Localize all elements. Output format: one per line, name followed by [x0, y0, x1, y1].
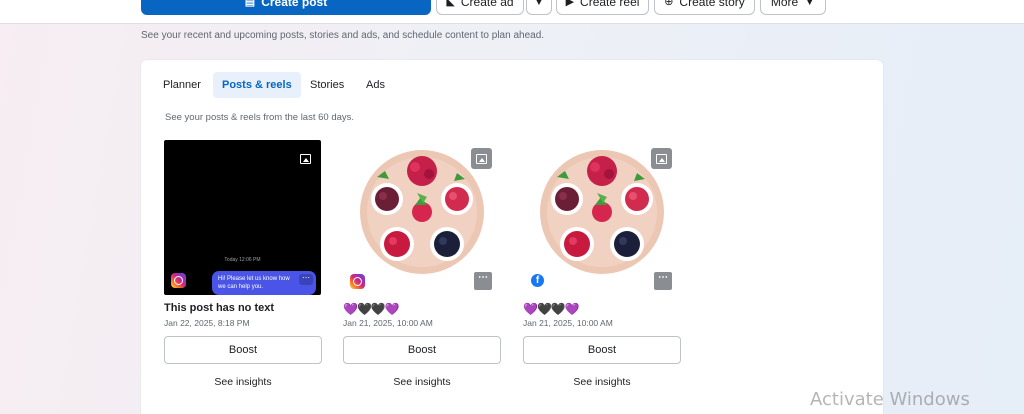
- instagram-icon: [350, 274, 365, 289]
- image-icon: [471, 148, 492, 169]
- tab-planner[interactable]: Planner: [154, 72, 210, 98]
- reel-icon: ▶: [565, 0, 575, 8]
- create-story-button[interactable]: ⊕ Create story: [654, 0, 755, 15]
- post-icon: ▤: [244, 0, 256, 8]
- berries-plate-image: [540, 150, 664, 274]
- thumbnail-clock-text: Today 12:06 PM: [224, 257, 261, 263]
- more-options-icon[interactable]: ⋯: [654, 272, 672, 290]
- image-icon: [651, 148, 672, 169]
- see-insights-link[interactable]: See insights: [164, 376, 322, 388]
- thumbnail-chat-bubble: Hi! Please let us know how we can help y…: [212, 271, 316, 295]
- post-thumbnail[interactable]: Today 12:06 PM Hi! Please let us know ho…: [164, 140, 321, 295]
- more-button[interactable]: More ▼: [760, 0, 826, 15]
- post-caption-emoji: 💜🖤🖤💜: [343, 302, 400, 316]
- thumbnail-chat-text: Hi! Please let us know how we can help y…: [218, 276, 290, 290]
- post-date: Jan 21, 2025, 10:00 AM: [523, 318, 613, 328]
- boost-button[interactable]: Boost: [164, 336, 322, 364]
- boost-button[interactable]: Boost: [523, 336, 681, 364]
- top-toolbar: ▤ Create post ◣ Create ad ▼ ▶ Create ree…: [0, 0, 1024, 24]
- create-ad-button[interactable]: ◣ Create ad: [436, 0, 524, 15]
- page-subtitle: See your recent and upcoming posts, stor…: [141, 30, 545, 41]
- facebook-icon: f: [531, 274, 544, 287]
- more-options-icon[interactable]: ⋯: [474, 272, 492, 290]
- posts-hint: See your posts & reels from the last 60 …: [165, 112, 355, 123]
- image-icon: [295, 148, 316, 169]
- chevron-down-icon: ▼: [804, 0, 816, 8]
- windows-activation-watermark: Activate Windows: [810, 389, 970, 410]
- tab-stories[interactable]: Stories: [301, 72, 353, 98]
- more-options-icon: ⋯: [299, 274, 313, 285]
- create-ad-label: Create ad: [460, 0, 514, 9]
- tab-ads[interactable]: Ads: [357, 72, 394, 98]
- create-reel-label: Create reel: [580, 0, 640, 9]
- instagram-icon: [171, 273, 186, 288]
- content-card: Planner Posts & reels Stories Ads See yo…: [141, 60, 883, 414]
- post-date: Jan 21, 2025, 10:00 AM: [343, 318, 433, 328]
- boost-button[interactable]: Boost: [343, 336, 501, 364]
- see-insights-link[interactable]: See insights: [523, 376, 681, 388]
- story-icon: ⊕: [664, 0, 674, 8]
- post-title: This post has no text: [164, 302, 275, 314]
- chevron-down-icon: ▼: [533, 0, 545, 8]
- post-thumbnail[interactable]: ⋯: [343, 140, 500, 295]
- create-reel-button[interactable]: ▶ Create reel: [556, 0, 649, 15]
- post-thumbnail[interactable]: f ⋯: [523, 140, 680, 295]
- post-date: Jan 22, 2025, 8:18 PM: [164, 318, 250, 328]
- create-post-button[interactable]: ▤ Create post: [141, 0, 431, 15]
- create-post-label: Create post: [261, 0, 328, 9]
- see-insights-link[interactable]: See insights: [343, 376, 501, 388]
- more-label: More: [770, 0, 799, 9]
- create-ad-dropdown-button[interactable]: ▼: [526, 0, 552, 15]
- post-caption-emoji: 💜🖤🖤💜: [523, 302, 580, 316]
- berries-plate-image: [360, 150, 484, 274]
- megaphone-icon: ◣: [446, 0, 455, 8]
- create-story-label: Create story: [679, 0, 745, 9]
- tab-posts-reels[interactable]: Posts & reels: [213, 72, 301, 98]
